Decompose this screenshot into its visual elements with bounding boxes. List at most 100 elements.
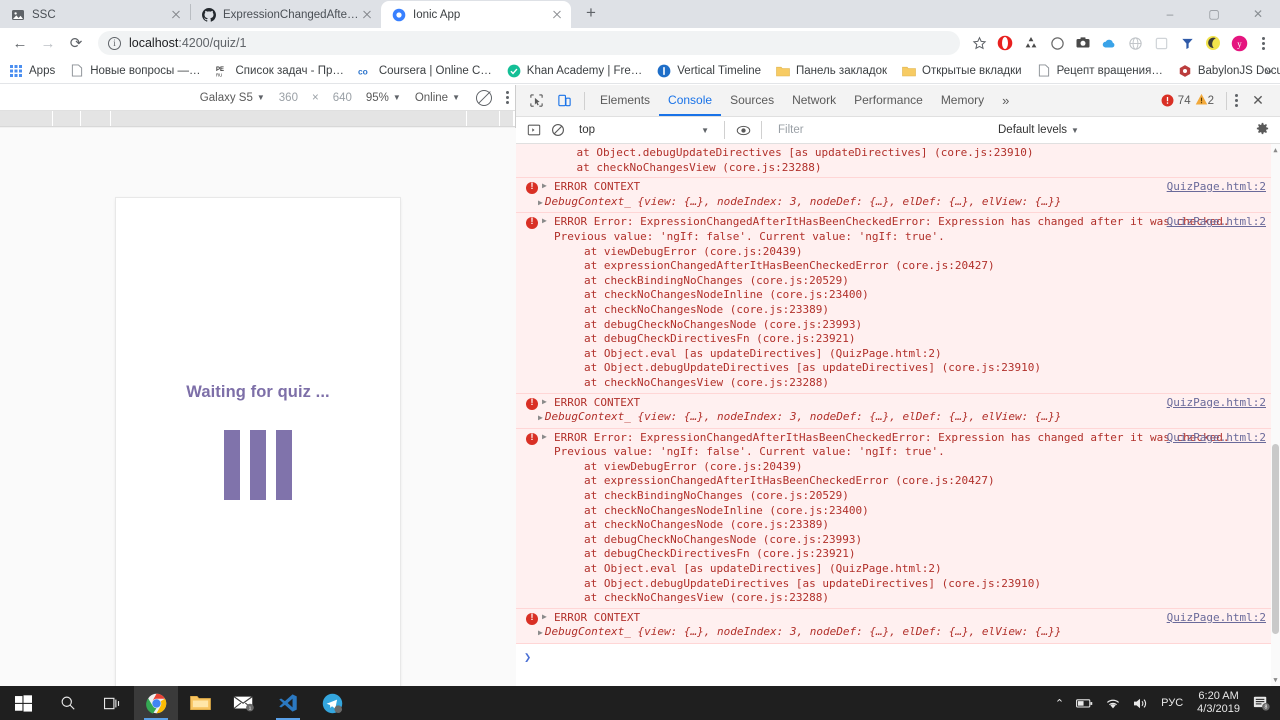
throttling-selector[interactable]: Online ▼ bbox=[415, 92, 460, 104]
console-filter-input[interactable]: Filter bbox=[774, 121, 984, 140]
filter-icon[interactable] bbox=[1174, 30, 1200, 56]
expand-arrow-icon[interactable]: ▶ bbox=[542, 397, 552, 411]
back-icon[interactable]: ← bbox=[6, 29, 34, 57]
bookmark-panel-zakladok[interactable]: Панель закладок bbox=[775, 63, 887, 79]
rotate-icon[interactable] bbox=[476, 89, 492, 106]
source-link[interactable]: QuizPage.html:2 bbox=[1167, 180, 1266, 193]
taskbar-file-explorer-icon[interactable] bbox=[178, 686, 222, 720]
yandex-icon[interactable]: y bbox=[1226, 30, 1252, 56]
bookmarks-overflow-icon[interactable]: » bbox=[1265, 63, 1272, 78]
page-info-icon[interactable]: i bbox=[108, 36, 121, 50]
console-message[interactable]: ▶ ERROR CONTEXT ▶DebugContext_ {view: {…… bbox=[516, 393, 1280, 429]
clear-console-icon[interactable] bbox=[546, 119, 570, 141]
recycle-icon[interactable] bbox=[1018, 30, 1044, 56]
source-link[interactable]: QuizPage.html:2 bbox=[1167, 396, 1266, 409]
taskbar-vscode-icon[interactable] bbox=[266, 686, 310, 720]
close-icon[interactable] bbox=[549, 7, 565, 23]
bookmark-otkrytye-vkladki[interactable]: Открытые вкладки bbox=[901, 63, 1022, 79]
language-indicator[interactable]: РУС bbox=[1161, 697, 1183, 709]
close-icon[interactable] bbox=[359, 7, 375, 23]
address-bar[interactable]: i localhost:4200/quiz/1 bbox=[98, 31, 960, 55]
tab-memory[interactable]: Memory bbox=[932, 85, 993, 116]
bookmark-apps[interactable]: Apps bbox=[8, 63, 55, 79]
minimize-icon[interactable]: – bbox=[1148, 0, 1192, 28]
task-view-icon[interactable] bbox=[90, 686, 134, 720]
warning-count-badge[interactable]: 2 bbox=[1195, 93, 1214, 109]
console-log-list[interactable]: at Object.debugUpdateDirectives [as upda… bbox=[516, 144, 1280, 686]
globe-icon[interactable] bbox=[1122, 30, 1148, 56]
viewport-height-input[interactable]: 640 bbox=[333, 92, 352, 104]
new-tab-button[interactable]: + bbox=[577, 0, 605, 28]
tab-performance[interactable]: Performance bbox=[845, 85, 932, 116]
close-icon[interactable] bbox=[168, 7, 184, 23]
more-tabs-icon[interactable]: » bbox=[993, 93, 1018, 108]
taskbar-telegram-icon[interactable] bbox=[310, 686, 354, 720]
expand-arrow-icon[interactable]: ▶ bbox=[538, 198, 543, 207]
cloud-icon[interactable] bbox=[1096, 30, 1122, 56]
expand-arrow-icon[interactable]: ▶ bbox=[538, 628, 543, 637]
console-message[interactable]: ▶ ERROR CONTEXT ▶DebugContext_ {view: {…… bbox=[516, 178, 1280, 214]
console-message[interactable]: ▶ ERROR CONTEXT ▶DebugContext_ {view: {…… bbox=[516, 608, 1280, 644]
wifi-icon[interactable] bbox=[1105, 697, 1121, 710]
viewport-ruler[interactable] bbox=[0, 111, 515, 127]
expand-arrow-icon[interactable]: ▶ bbox=[538, 413, 543, 422]
windows-start-icon[interactable] bbox=[0, 686, 46, 720]
tab-elements[interactable]: Elements bbox=[591, 85, 659, 116]
opera-icon[interactable] bbox=[992, 30, 1018, 56]
browser-tab-ssc[interactable]: SSC bbox=[0, 1, 190, 28]
battery-icon[interactable] bbox=[1076, 698, 1093, 709]
bookmark-khan-academy[interactable]: Khan Academy | Fre… bbox=[506, 63, 642, 79]
toggle-device-toolbar-icon[interactable] bbox=[550, 87, 578, 115]
error-count-badge[interactable]: 74 bbox=[1161, 94, 1191, 107]
zoom-selector[interactable]: 95% ▼ bbox=[366, 92, 401, 104]
source-link[interactable]: QuizPage.html:2 bbox=[1167, 611, 1266, 624]
clock[interactable]: 6:20 AM 4/3/2019 bbox=[1197, 690, 1240, 716]
tray-expand-icon[interactable]: ⌃ bbox=[1055, 697, 1064, 710]
expand-arrow-icon[interactable]: ▶ bbox=[542, 432, 552, 606]
device-selector[interactable]: Galaxy S5 ▼ bbox=[200, 92, 265, 104]
console-sidebar-icon[interactable] bbox=[522, 119, 546, 141]
bookmark-coursera[interactable]: co Coursera | Online C… bbox=[358, 63, 491, 79]
reload-icon[interactable]: ⟳ bbox=[62, 29, 90, 57]
bookmark-spisok-zadach[interactable]: PE RU Список задач - Пр… bbox=[215, 63, 344, 79]
window-close-icon[interactable]: ✕ bbox=[1236, 0, 1280, 28]
tab-console[interactable]: Console bbox=[659, 85, 721, 116]
console-scrollbar[interactable]: ▲ ▼ bbox=[1271, 144, 1280, 686]
chrome-menu-icon[interactable] bbox=[1252, 36, 1274, 50]
source-link[interactable]: QuizPage.html:2 bbox=[1167, 431, 1266, 444]
browser-tab-ionic-app[interactable]: Ionic App bbox=[381, 1, 571, 28]
volume-icon[interactable] bbox=[1133, 697, 1149, 710]
circle-icon[interactable] bbox=[1044, 30, 1070, 56]
console-message[interactable]: ▶ ERROR Error: ExpressionChangedAfterItH… bbox=[516, 213, 1280, 394]
devtools-menu-icon[interactable] bbox=[1235, 94, 1238, 107]
expand-arrow-icon[interactable]: ▶ bbox=[542, 216, 552, 390]
search-icon[interactable] bbox=[46, 686, 90, 720]
emulated-device-viewport[interactable]: Waiting for quiz ... bbox=[116, 198, 400, 712]
log-levels-selector[interactable]: Default levels ▼ bbox=[998, 124, 1079, 136]
console-message[interactable]: ▶ ERROR Error: ExpressionChangedAfterItH… bbox=[516, 428, 1280, 609]
close-devtools-icon[interactable]: ✕ bbox=[1246, 89, 1270, 113]
frame-icon[interactable] bbox=[1148, 30, 1174, 56]
bookmark-star-icon[interactable] bbox=[966, 30, 992, 56]
execution-context-selector[interactable]: top ▼ bbox=[574, 121, 714, 140]
moon-icon[interactable] bbox=[1200, 30, 1226, 56]
gear-icon[interactable] bbox=[1255, 121, 1270, 139]
source-link[interactable]: QuizPage.html:2 bbox=[1167, 215, 1266, 228]
console-prompt-row[interactable]: ❯ bbox=[516, 644, 1280, 670]
tab-sources[interactable]: Sources bbox=[721, 85, 783, 116]
taskbar-mail-icon[interactable]: 1 bbox=[222, 686, 266, 720]
bookmark-novye-voprosy[interactable]: Новые вопросы —… bbox=[69, 63, 201, 79]
emulation-menu-icon[interactable] bbox=[506, 91, 509, 104]
camera-icon[interactable] bbox=[1070, 30, 1096, 56]
expand-arrow-icon[interactable]: ▶ bbox=[542, 181, 552, 195]
maximize-icon[interactable]: ▢ bbox=[1192, 0, 1236, 28]
tab-network[interactable]: Network bbox=[783, 85, 845, 116]
viewport-width-input[interactable]: 360 bbox=[279, 92, 298, 104]
bookmark-vertical-timeline[interactable]: Vertical Timeline bbox=[656, 63, 761, 79]
scroll-up-icon[interactable]: ▲ bbox=[1272, 146, 1279, 154]
notifications-icon[interactable]: 8 bbox=[1248, 686, 1274, 720]
forward-icon[interactable]: → bbox=[34, 29, 62, 57]
inspect-element-icon[interactable] bbox=[522, 87, 550, 115]
browser-tab-expressionchanged[interactable]: ExpressionChangedAfterItHasBe bbox=[191, 1, 381, 28]
expand-arrow-icon[interactable]: ▶ bbox=[542, 612, 552, 626]
